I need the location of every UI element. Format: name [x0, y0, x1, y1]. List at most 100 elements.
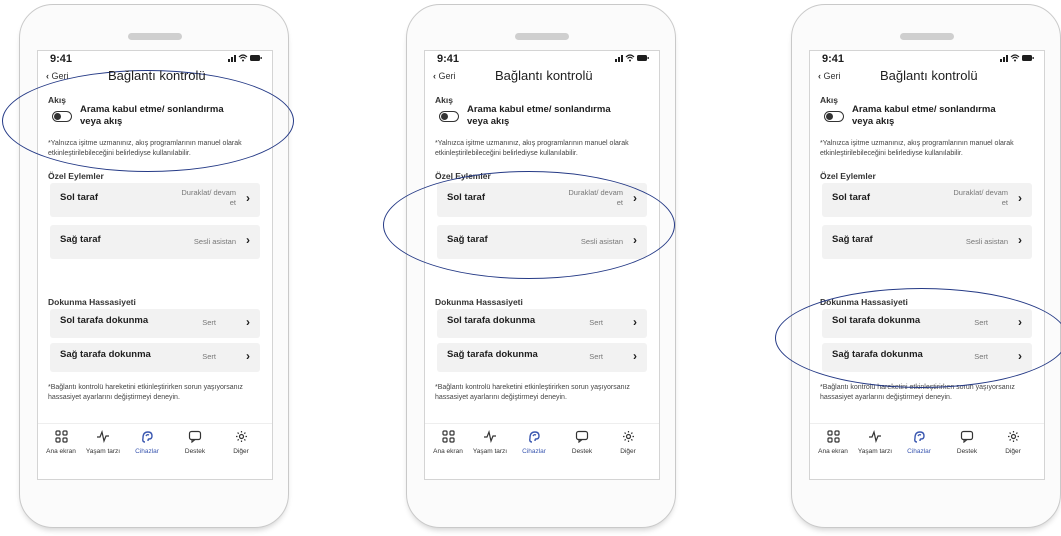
- row-label: Sol taraf: [832, 192, 871, 203]
- row-label: Sol tarafa dokunma: [447, 315, 536, 326]
- streaming-toggle[interactable]: [824, 111, 844, 122]
- custom-action-left-row[interactable]: Sol taraf Duraklat/ devam et ›: [50, 183, 260, 217]
- row-value: Duraklat/ devam et: [953, 188, 1008, 207]
- tab-2[interactable]: Yaşam tarzı: [467, 429, 513, 455]
- navigation-bar: ‹ Geri Bağlantı kontrolü: [38, 65, 272, 87]
- section-tap-sensitivity-label: Dokunma Hassasiyeti: [48, 297, 136, 307]
- app-screen: 9:41 ‹ Geri Bağlantı kontrolü Akış Arama…: [809, 50, 1045, 480]
- chat-icon: [172, 430, 218, 446]
- section-custom-actions-label: Özel Eylemler: [48, 171, 104, 181]
- row-label: Sağ tarafa dokunma: [447, 349, 538, 360]
- tab-5[interactable]: Diğer: [605, 430, 651, 455]
- chevron-right-icon: ›: [633, 315, 637, 329]
- tap-sensitivity-note: *Bağlantı kontrolü hareketini etkinleşti…: [435, 384, 630, 401]
- status-time: 9:41: [50, 53, 73, 65]
- chat-icon: [559, 430, 605, 446]
- row-label: Sağ taraf: [60, 234, 101, 245]
- streaming-toggle-label: Arama kabul etme/ sonlandırma veya akış: [467, 104, 611, 127]
- chevron-right-icon: ›: [246, 315, 250, 329]
- tab-label: Yaşam tarzı: [472, 448, 508, 455]
- grid-icon: [810, 430, 856, 446]
- phone-mockups: 9:41 ‹ Geri Bağlantı kontrolü Akış Arama…: [0, 0, 1061, 536]
- streaming-toggle[interactable]: [439, 111, 459, 122]
- tab-2[interactable]: Yaşam tarzı: [80, 429, 126, 455]
- chevron-right-icon: ›: [1018, 191, 1022, 205]
- section-custom-actions-label: Özel Eylemler: [820, 171, 876, 181]
- tab-4[interactable]: Destek: [172, 430, 218, 455]
- tap-left-row[interactable]: Sol tarafa dokunma Sert ›: [437, 309, 647, 338]
- tap-sensitivity-note: *Bağlantı kontrolü hareketini etkinleşti…: [48, 384, 243, 401]
- tap-right-row[interactable]: Sağ tarafa dokunma Sert ›: [437, 343, 647, 372]
- section-streaming-label: Akış: [820, 95, 838, 105]
- tab-3[interactable]: Cihazlar: [511, 430, 557, 455]
- activity-icon: [80, 429, 126, 446]
- phone-speaker-notch: [128, 33, 182, 40]
- phone-speaker-notch: [900, 33, 954, 40]
- tab-bar: Ana ekran Yaşam tarzı Cihazlar Destek Diğer: [425, 423, 659, 472]
- navigation-bar: ‹ Geri Bağlantı kontrolü: [425, 65, 659, 87]
- back-button[interactable]: ‹ Geri: [433, 71, 456, 81]
- status-time: 9:41: [437, 53, 460, 65]
- tab-2[interactable]: Yaşam tarzı: [852, 429, 898, 455]
- custom-action-right-row[interactable]: Sağ taraf Sesli asistan ›: [50, 225, 260, 259]
- tab-1[interactable]: Ana ekran: [38, 430, 84, 455]
- custom-action-right-row[interactable]: Sağ taraf Sesli asistan ›: [822, 225, 1032, 259]
- tap-left-row[interactable]: Sol tarafa dokunma Sert ›: [50, 309, 260, 338]
- gear-icon: [605, 430, 651, 446]
- row-label: Sol tarafa dokunma: [60, 315, 149, 326]
- tab-3[interactable]: Cihazlar: [896, 430, 942, 455]
- tab-label: Diğer: [1005, 448, 1021, 455]
- tab-5[interactable]: Diğer: [218, 430, 264, 455]
- phone-frame-1: 9:41 ‹ Geri Bağlantı kontrolü Akış Arama…: [2, 4, 294, 528]
- tab-label: Destek: [184, 448, 206, 455]
- signal-wifi-battery-icon: [228, 53, 262, 64]
- signal-wifi-battery-icon: [1000, 53, 1034, 64]
- tab-label: Ana ekran: [46, 448, 76, 455]
- highlight-ring: [775, 288, 1061, 388]
- back-button[interactable]: ‹ Geri: [46, 71, 69, 81]
- chevron-right-icon: ›: [1018, 233, 1022, 247]
- highlight-ring: [383, 171, 675, 279]
- gear-icon: [990, 430, 1036, 446]
- tab-label: Destek: [571, 448, 593, 455]
- tab-4[interactable]: Destek: [944, 430, 990, 455]
- back-label: Geri: [823, 71, 841, 81]
- page-title: Bağlantı kontrolü: [108, 68, 206, 83]
- tab-label: Cihazlar: [907, 448, 931, 455]
- chevron-right-icon: ›: [246, 349, 250, 363]
- hearing-aid-icon: [511, 430, 557, 446]
- tab-label: Yaşam tarzı: [857, 448, 893, 455]
- row-label: Sol taraf: [60, 192, 99, 203]
- tab-4[interactable]: Destek: [559, 430, 605, 455]
- gear-icon: [218, 430, 264, 446]
- tab-label: Cihazlar: [522, 448, 546, 455]
- tap-right-row[interactable]: Sağ tarafa dokunma Sert ›: [50, 343, 260, 372]
- tab-1[interactable]: Ana ekran: [425, 430, 471, 455]
- row-value: Sert: [202, 352, 216, 361]
- chevron-right-icon: ›: [633, 349, 637, 363]
- row-value: Sert: [589, 318, 603, 327]
- activity-icon: [467, 429, 513, 446]
- section-tap-sensitivity-label: Dokunma Hassasiyeti: [435, 297, 523, 307]
- tab-label: Diğer: [233, 448, 249, 455]
- tab-label: Destek: [956, 448, 978, 455]
- tab-label: Cihazlar: [135, 448, 159, 455]
- toggle-knob: [441, 113, 448, 120]
- tab-3[interactable]: Cihazlar: [124, 430, 170, 455]
- toggle-knob: [826, 113, 833, 120]
- tab-bar: Ana ekran Yaşam tarzı Cihazlar Destek Diğer: [810, 423, 1044, 472]
- tab-label: Diğer: [620, 448, 636, 455]
- page-title: Bağlantı kontrolü: [880, 68, 978, 83]
- tab-label: Yaşam tarzı: [85, 448, 121, 455]
- streaming-note: *Yalnızca işitme uzmanınız, akış program…: [820, 140, 1014, 157]
- chevron-right-icon: ›: [246, 191, 250, 205]
- streaming-note: *Yalnızca işitme uzmanınız, akış program…: [435, 140, 629, 157]
- row-label: Sağ tarafa dokunma: [60, 349, 151, 360]
- streaming-toggle-label: Arama kabul etme/ sonlandırma veya akış: [852, 104, 996, 127]
- signal-wifi-battery-icon: [615, 53, 649, 64]
- back-button[interactable]: ‹ Geri: [818, 71, 841, 81]
- tab-5[interactable]: Diğer: [990, 430, 1036, 455]
- row-value: Sert: [589, 352, 603, 361]
- tab-1[interactable]: Ana ekran: [810, 430, 856, 455]
- custom-action-left-row[interactable]: Sol taraf Duraklat/ devam et ›: [822, 183, 1032, 217]
